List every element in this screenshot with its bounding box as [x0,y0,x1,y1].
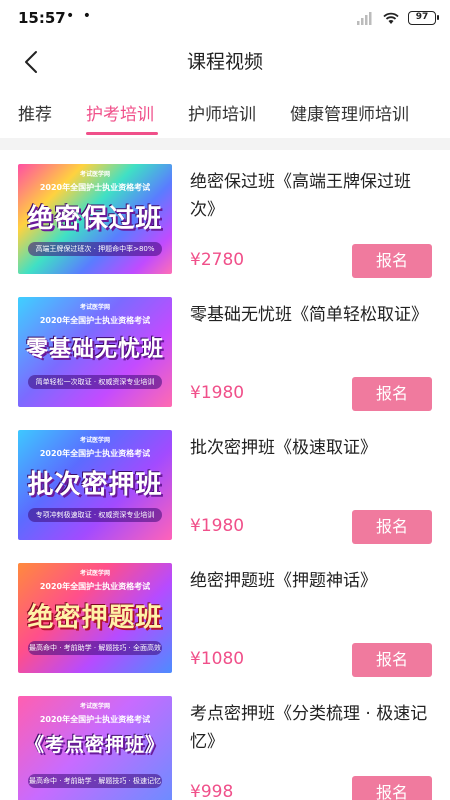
section-divider [0,138,450,150]
status-icons: 97 [356,8,439,28]
course-item[interactable]: 考试医学网 2020年全国护士执业资格考试 绝密押题班 最高命中 · 考前助学 … [0,549,450,682]
thumbnail-caption: 最高命中 · 考前助学 · 解题技巧 · 极速记忆 [28,774,162,788]
nav-bar: 课程视频 [0,36,450,86]
thumbnail-subtitle: 2020年全国护士执业资格考试 [39,582,151,591]
wifi-icon [383,12,399,24]
thumbnail-caption: 专项冲刺极速取证 · 权威资深专业培训 [28,508,162,522]
thumbnail-logo: 考试医学网 [79,304,110,311]
thumbnail-logo: 考试医学网 [79,570,110,577]
battery-icon: 97 [408,11,439,25]
course-price: ¥2780 [190,250,245,270]
thumbnail-title: 绝密保过班 [27,204,163,234]
course-thumbnail: 考试医学网 2020年全国护士执业资格考试 绝密保过班 高端王牌保过班次 · 押… [18,164,172,274]
course-item[interactable]: 考试医学网 2020年全国护士执业资格考试 《考点密押班》 最高命中 · 考前助… [0,682,450,800]
tab-nurse-practitioner-training[interactable]: 护师培训 [188,100,256,125]
thumbnail-title: 批次密押班 [27,470,163,500]
course-thumbnail: 考试医学网 2020年全国护士执业资格考试 《考点密押班》 最高命中 · 考前助… [18,696,172,800]
page-title: 课程视频 [186,51,263,73]
thumbnail-subtitle: 2020年全国护士执业资格考试 [39,316,151,325]
signup-button[interactable]: 报名 [352,643,432,677]
course-item[interactable]: 考试医学网 2020年全国护士执业资格考试 零基础无忧班 简单轻松一次取证 · … [0,283,450,416]
tab-recommend[interactable]: 推荐 [18,100,52,125]
active-tab-indicator [86,132,158,135]
thumbnail-subtitle: 2020年全国护士执业资格考试 [39,183,151,192]
tab-nurse-exam-training[interactable]: 护考培训 [86,100,154,125]
thumbnail-title: 绝密押题班 [27,603,163,633]
thumbnail-caption: 最高命中 · 考前助学 · 解题技巧 · 全面高效 [28,641,162,655]
course-name: 绝密押题班《押题神话》 [190,571,377,591]
course-list: 考试医学网 2020年全国护士执业资格考试 绝密保过班 高端王牌保过班次 · 押… [0,150,450,800]
course-item[interactable]: 考试医学网 2020年全国护士执业资格考试 批次密押班 专项冲刺极速取证 · 权… [0,416,450,549]
signup-button[interactable]: 报名 [352,244,432,278]
course-item[interactable]: 考试医学网 2020年全国护士执业资格考试 绝密保过班 高端王牌保过班次 · 押… [0,150,450,283]
signup-button[interactable]: 报名 [352,377,432,411]
course-name: 绝密保过班《高端王牌保过班次》 [190,172,411,220]
thumbnail-subtitle: 2020年全国护士执业资格考试 [39,715,151,724]
course-thumbnail: 考试医学网 2020年全国护士执业资格考试 批次密押班 专项冲刺极速取证 · 权… [18,430,172,540]
category-tabs: 推荐 护考培训 护师培训 健康管理师培训 [0,90,450,136]
signup-button[interactable]: 报名 [352,510,432,544]
course-name: 批次密押班《极速取证》 [190,438,377,458]
thumbnail-title: 零基础无忧班 [25,337,164,362]
course-price: ¥1980 [190,383,245,403]
signal-icon [357,12,372,25]
course-thumbnail: 考试医学网 2020年全国护士执业资格考试 零基础无忧班 简单轻松一次取证 · … [18,297,172,407]
thumbnail-logo: 考试医学网 [79,703,110,710]
course-price: ¥1080 [190,649,245,669]
status-bar: 15:57 • • 97 [0,0,450,36]
course-name: 零基础无忧班《简单轻松取证》 [190,305,428,325]
thumbnail-logo: 考试医学网 [79,171,110,178]
tab-health-manager-training[interactable]: 健康管理师培训 [290,100,409,125]
status-time: 15:57 [18,9,66,27]
thumbnail-caption: 高端王牌保过班次 · 押题命中率>80% [28,242,162,256]
course-price: ¥1980 [190,516,245,536]
thumbnail-caption: 简单轻松一次取证 · 权威资深专业培训 [28,375,162,389]
thumbnail-subtitle: 2020年全国护士执业资格考试 [39,449,151,458]
course-name: 考点密押班《分类梳理 · 极速记忆》 [190,704,428,752]
course-price: ¥998 [190,782,234,800]
signup-button[interactable]: 报名 [352,776,432,800]
thumbnail-title: 《考点密押班》 [24,734,165,756]
course-thumbnail: 考试医学网 2020年全国护士执业资格考试 绝密押题班 最高命中 · 考前助学 … [18,563,172,673]
notification-dots: • • [66,8,93,24]
thumbnail-logo: 考试医学网 [79,437,110,444]
